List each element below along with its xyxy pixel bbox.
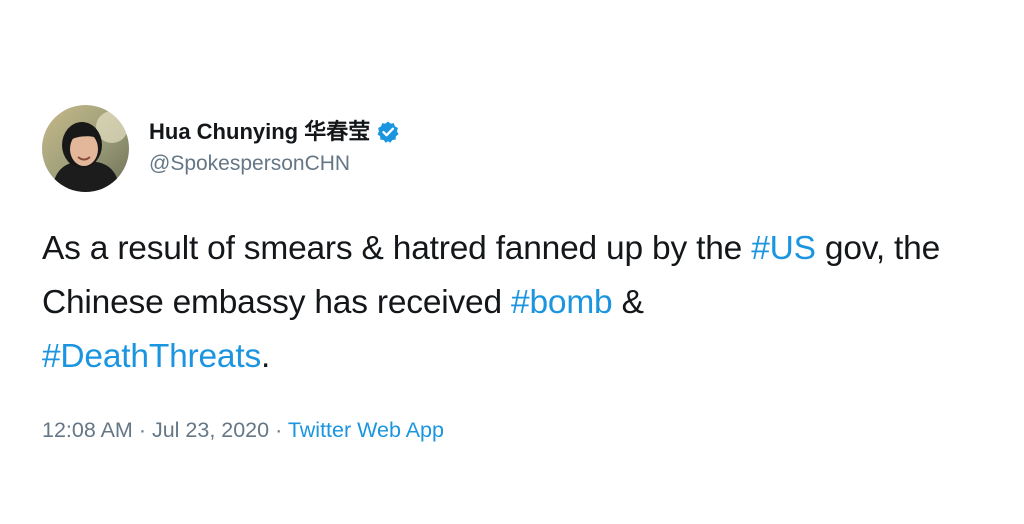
author-name-row[interactable]: Hua Chunying 华春莹 (149, 118, 400, 146)
tweet-meta: 12:08 AM · Jul 23, 2020 · Twitter Web Ap… (42, 416, 1002, 444)
tweet-text: As a result of smears & hatred fanned up… (42, 222, 1002, 384)
tweet-text-segment: . (261, 338, 271, 375)
tweet-date[interactable]: Jul 23, 2020 (152, 418, 269, 442)
tweet-text-segment: & (612, 284, 644, 321)
author-names: Hua Chunying 华春莹 @SpokespersonCHN (149, 118, 400, 178)
hashtag-link-deaththreats[interactable]: #DeathThreats (42, 338, 261, 375)
tweet-card: Hua Chunying 华春莹 @SpokespersonCHN As a r… (42, 104, 1002, 444)
tweet-header: Hua Chunying 华春莹 @SpokespersonCHN (42, 104, 1002, 192)
author-handle[interactable]: @SpokespersonCHN (149, 150, 400, 178)
hashtag-link-us[interactable]: #US (751, 230, 816, 267)
author-display-name: Hua Chunying 华春莹 (149, 119, 371, 144)
avatar[interactable] (42, 104, 129, 192)
tweet-text-segment: As a result of smears & hatred fanned up… (42, 230, 752, 267)
tweet-time[interactable]: 12:08 AM (42, 418, 133, 442)
hashtag-link-bomb[interactable]: #bomb (511, 284, 613, 321)
meta-separator: · (132, 418, 152, 442)
tweet-source-link[interactable]: Twitter Web App (288, 418, 444, 442)
verified-badge-icon (376, 120, 400, 144)
meta-separator: · (269, 418, 288, 442)
avatar-image (42, 104, 129, 192)
